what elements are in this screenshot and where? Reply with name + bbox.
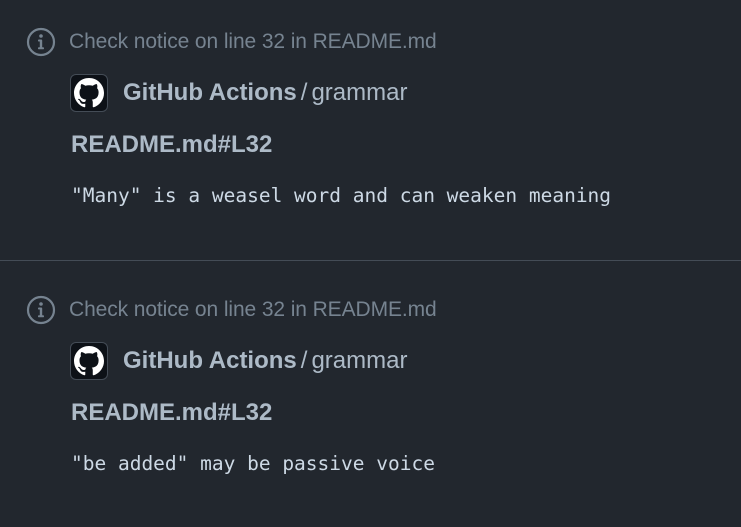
github-mark-icon bbox=[70, 342, 108, 380]
info-circle-icon bbox=[26, 27, 56, 57]
info-circle-icon bbox=[26, 295, 56, 325]
workflow-name: grammar bbox=[311, 79, 408, 106]
workflow-name: grammar bbox=[311, 347, 408, 374]
source-separator: / bbox=[300, 347, 308, 374]
annotation-notice: Check notice on line 32 in README.md Git… bbox=[0, 0, 741, 260]
notice-message: "be added" may be passive voice bbox=[71, 452, 435, 475]
annotation-notice: Check notice on line 32 in README.md Git… bbox=[0, 260, 741, 527]
source-text: GitHub Actions / grammar bbox=[123, 79, 407, 107]
notice-header: Check notice on line 32 in README.md bbox=[26, 295, 437, 325]
source-text: GitHub Actions / grammar bbox=[123, 347, 407, 375]
notice-title: Check notice on line 32 in README.md bbox=[69, 30, 437, 53]
actor-name: GitHub Actions bbox=[123, 79, 297, 106]
file-line-link[interactable]: README.md#L32 bbox=[71, 399, 272, 427]
actor-name: GitHub Actions bbox=[123, 347, 297, 374]
notice-header: Check notice on line 32 in README.md bbox=[26, 27, 437, 57]
source-separator: / bbox=[300, 79, 308, 106]
annotation-source: GitHub Actions / grammar bbox=[70, 341, 407, 381]
file-line-link[interactable]: README.md#L32 bbox=[71, 131, 272, 159]
github-mark-icon bbox=[70, 74, 108, 112]
notice-message: "Many" is a weasel word and can weaken m… bbox=[71, 184, 612, 207]
notice-title: Check notice on line 32 in README.md bbox=[69, 298, 437, 321]
annotation-source: GitHub Actions / grammar bbox=[70, 73, 407, 113]
annotation-list: Check notice on line 32 in README.md Git… bbox=[0, 0, 741, 527]
